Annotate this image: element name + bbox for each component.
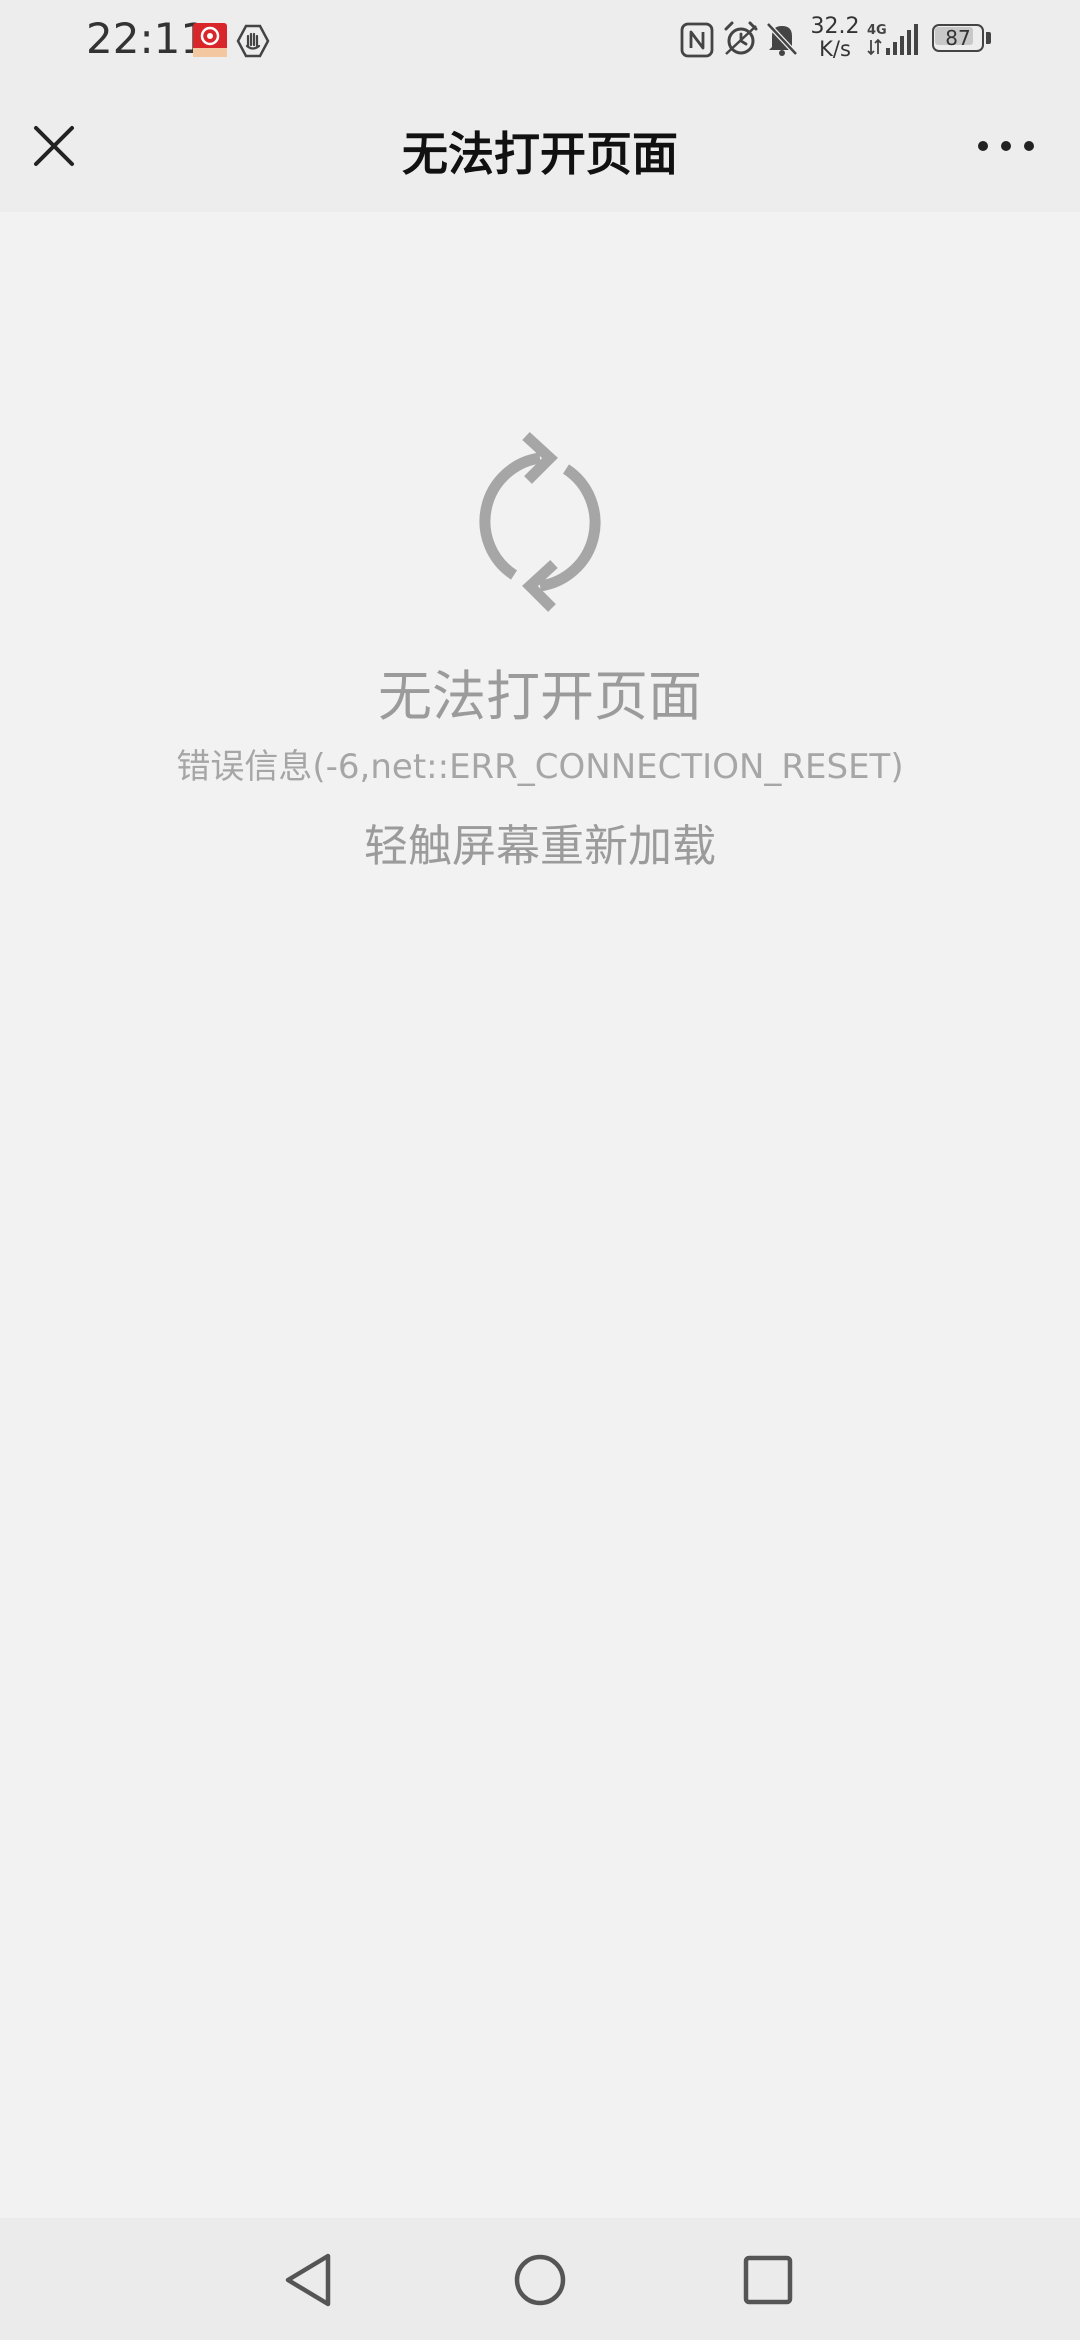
more-button[interactable] (966, 114, 1046, 178)
status-time: 22:11 (86, 14, 208, 63)
navigation-bar (0, 2218, 1080, 2340)
recents-square-icon (743, 2255, 793, 2305)
home-circle-icon (514, 2254, 566, 2306)
net-speed-unit: K/s (819, 37, 851, 61)
reload-tap-area[interactable]: 无法打开页面 错误信息(-6,net::ERR_CONNECTION_RESET… (0, 212, 1080, 2218)
close-icon (34, 126, 74, 166)
hand-shield-icon (236, 24, 270, 58)
battery-tip (986, 32, 991, 44)
network-type-label: 4G (867, 23, 887, 38)
nav-back-button[interactable] (278, 2248, 342, 2312)
error-detail: 错误信息(-6,net::ERR_CONNECTION_RESET) (176, 747, 904, 787)
mute-icon (766, 22, 798, 56)
reload-hint: 轻触屏幕重新加载 (364, 821, 716, 872)
screen: 22:11 32.2 K/s 4G 87 无法打开页面 无法打开页面 错误信息(… (0, 0, 1080, 2340)
alarm-icon (724, 21, 758, 55)
nav-recents-button[interactable] (736, 2248, 800, 2312)
back-triangle-icon (285, 2253, 331, 2307)
net-speed-value: 32.2 (810, 14, 860, 39)
battery-level: 87 (945, 26, 971, 50)
nav-home-button[interactable] (508, 2248, 572, 2312)
close-button[interactable] (22, 114, 86, 178)
signal-icon: 4G (867, 23, 918, 56)
error-title: 无法打开页面 (378, 665, 702, 728)
app-badge-icon (193, 23, 227, 57)
page-title: 无法打开页面 (402, 127, 678, 181)
battery-icon: 87 (932, 24, 994, 56)
net-speed: 32.2 K/s (808, 14, 862, 61)
more-dots-icon (978, 141, 1034, 151)
status-bar: 22:11 32.2 K/s 4G 87 (0, 0, 1080, 80)
title-bar: 无法打开页面 (0, 80, 1080, 212)
nfc-icon (680, 22, 714, 58)
refresh-icon (479, 431, 601, 612)
